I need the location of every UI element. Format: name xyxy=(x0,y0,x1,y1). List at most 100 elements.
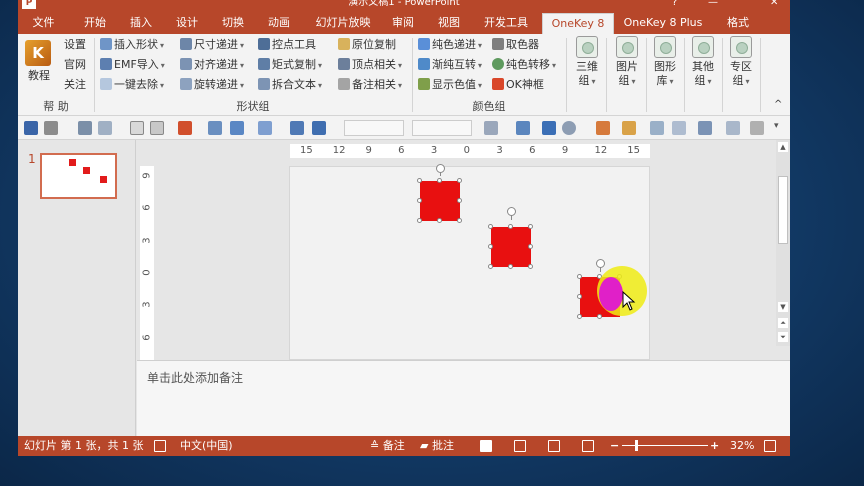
bring-front-icon[interactable] xyxy=(698,121,712,135)
resize-handle[interactable] xyxy=(417,178,422,183)
one-click-remove-button[interactable]: 一键去除 ▾ xyxy=(100,76,164,94)
palette-icon[interactable] xyxy=(596,121,610,135)
other-group-button[interactable]: 其他组 ▾ xyxy=(686,36,720,89)
picture-icon[interactable] xyxy=(230,121,244,135)
align-icon[interactable] xyxy=(98,121,112,135)
resize-handle[interactable] xyxy=(488,224,493,229)
tab-review[interactable]: 审阅 xyxy=(386,13,420,34)
resize-handle[interactable] xyxy=(528,244,533,249)
tutorial-icon[interactable]: K xyxy=(25,40,51,66)
resize-handle[interactable] xyxy=(577,314,582,319)
height-field[interactable] xyxy=(412,120,472,136)
tab-view[interactable]: 视图 xyxy=(432,13,466,34)
color-picker-button[interactable]: 取色器 xyxy=(492,36,539,54)
picture-group-button[interactable]: 图片组 ▾ xyxy=(610,36,644,89)
language-indicator[interactable]: 中文(中国) xyxy=(180,436,233,456)
minimize-icon[interactable]: — xyxy=(708,0,718,8)
ungroup-icon[interactable] xyxy=(650,121,664,135)
rotate-handle[interactable] xyxy=(436,164,445,173)
fit-slide-icon[interactable] xyxy=(764,440,776,452)
vertex-related-button[interactable]: 顶点相关 ▾ xyxy=(338,56,402,74)
touch-mode-icon[interactable] xyxy=(44,121,58,135)
split-merge-text-button[interactable]: 拆合文本 ▾ xyxy=(258,76,322,94)
zoom-slider-handle[interactable] xyxy=(634,440,638,451)
solid-color-progression-button[interactable]: 纯色递进 ▾ xyxy=(418,36,482,54)
gradient-solid-convert-button[interactable]: 渐纯互转 ▾ xyxy=(418,56,482,74)
resize-handle[interactable] xyxy=(457,218,462,223)
collapse-ribbon-icon[interactable]: ^ xyxy=(774,96,782,114)
arrange-icon[interactable] xyxy=(78,121,92,135)
table-icon[interactable] xyxy=(130,121,144,135)
star-icon[interactable] xyxy=(312,121,326,135)
tab-insert[interactable]: 插入 xyxy=(124,13,158,34)
slide-thumbnail[interactable] xyxy=(40,153,117,199)
resize-handle[interactable] xyxy=(437,178,442,183)
resize-handle[interactable] xyxy=(417,218,422,223)
tab-onekey8-plus[interactable]: OneKey 8 Plus xyxy=(618,13,708,34)
tab-slideshow[interactable]: 幻灯片放映 xyxy=(310,13,376,34)
prev-slide-icon[interactable]: ⏶ xyxy=(778,318,788,328)
merge-shape-icon[interactable] xyxy=(562,121,576,135)
resize-handle[interactable] xyxy=(528,264,533,269)
zoom-in-button[interactable]: + xyxy=(710,436,719,456)
solid-color-transfer-button[interactable]: 纯色转移 ▾ xyxy=(492,56,556,74)
select-pane-icon[interactable] xyxy=(672,121,686,135)
resize-handle[interactable] xyxy=(577,274,582,279)
shape-icon[interactable] xyxy=(258,121,272,135)
customize-toolbar-icon[interactable]: ▾ xyxy=(774,121,788,135)
save-icon[interactable] xyxy=(24,121,38,135)
text-icon[interactable] xyxy=(542,121,556,135)
tab-file[interactable]: 文件 xyxy=(18,13,69,34)
ok-frame-button[interactable]: OK神框 xyxy=(492,76,544,94)
width-field[interactable] xyxy=(344,120,404,136)
resize-handle[interactable] xyxy=(457,178,462,183)
insert-shape-button[interactable]: 插入形状 ▾ xyxy=(100,36,164,54)
tab-transitions[interactable]: 切换 xyxy=(216,13,250,34)
rounded-rect-icon[interactable] xyxy=(750,121,764,135)
slide-canvas[interactable] xyxy=(289,164,650,360)
resize-handle[interactable] xyxy=(457,198,462,203)
resize-handle[interactable] xyxy=(488,244,493,249)
notes-related-button[interactable]: 备注相关 ▾ xyxy=(338,76,402,94)
comments-toggle-button[interactable]: ▰ 批注 xyxy=(420,436,454,456)
close-icon[interactable]: ✕ xyxy=(770,0,778,8)
slideshow-icon[interactable] xyxy=(582,440,594,452)
resize-handle[interactable] xyxy=(597,314,602,319)
tutorial-button[interactable]: 教程 xyxy=(28,67,50,85)
resize-handle[interactable] xyxy=(437,218,442,223)
tab-format[interactable]: 格式 xyxy=(718,13,758,34)
reading-view-icon[interactable] xyxy=(548,440,560,452)
resize-handle[interactable] xyxy=(417,198,422,203)
zoom-out-button[interactable]: − xyxy=(610,436,619,456)
vertical-scrollbar[interactable]: ▲ ▼ ⏶ ⏷ xyxy=(776,140,790,346)
zoom-slider[interactable] xyxy=(622,440,708,451)
layout-icon[interactable] xyxy=(208,121,222,135)
resize-handle[interactable] xyxy=(508,264,513,269)
follow-button[interactable]: 关注 xyxy=(64,76,86,94)
notes-toggle-button[interactable]: ≙ 备注 xyxy=(370,436,405,456)
rotate-progression-button[interactable]: 旋转递进 ▾ xyxy=(180,76,244,94)
handle-tool-button[interactable]: 控点工具 xyxy=(258,36,316,54)
matrix-copy-button[interactable]: 矩式复制 ▾ xyxy=(258,56,322,74)
resize-handle[interactable] xyxy=(508,224,513,229)
show-color-value-button[interactable]: 显示色值 ▾ xyxy=(418,76,482,94)
resize-handle[interactable] xyxy=(577,294,582,299)
tab-onekey8[interactable]: OneKey 8 xyxy=(542,13,614,35)
scroll-thumb[interactable] xyxy=(778,176,788,244)
grid-icon[interactable] xyxy=(150,121,164,135)
shape-library-button[interactable]: 图形库 ▾ xyxy=(648,36,682,89)
color-fill-icon[interactable] xyxy=(178,121,192,135)
tab-home[interactable]: 开始 xyxy=(78,13,112,34)
connector-icon[interactable] xyxy=(290,121,304,135)
tab-design[interactable]: 设计 xyxy=(170,13,204,34)
align-progression-button[interactable]: 对齐递进 ▾ xyxy=(180,56,244,74)
tab-animations[interactable]: 动画 xyxy=(262,13,296,34)
emf-import-button[interactable]: EMF导入 ▾ xyxy=(100,56,165,74)
rotate-handle[interactable] xyxy=(596,259,605,268)
next-slide-icon[interactable]: ⏷ xyxy=(778,332,788,342)
group-icon[interactable] xyxy=(622,121,636,135)
red-square-shape[interactable] xyxy=(488,224,533,269)
scroll-up-icon[interactable]: ▲ xyxy=(778,142,788,152)
spell-check-icon[interactable] xyxy=(154,440,166,452)
resize-handle[interactable] xyxy=(488,264,493,269)
